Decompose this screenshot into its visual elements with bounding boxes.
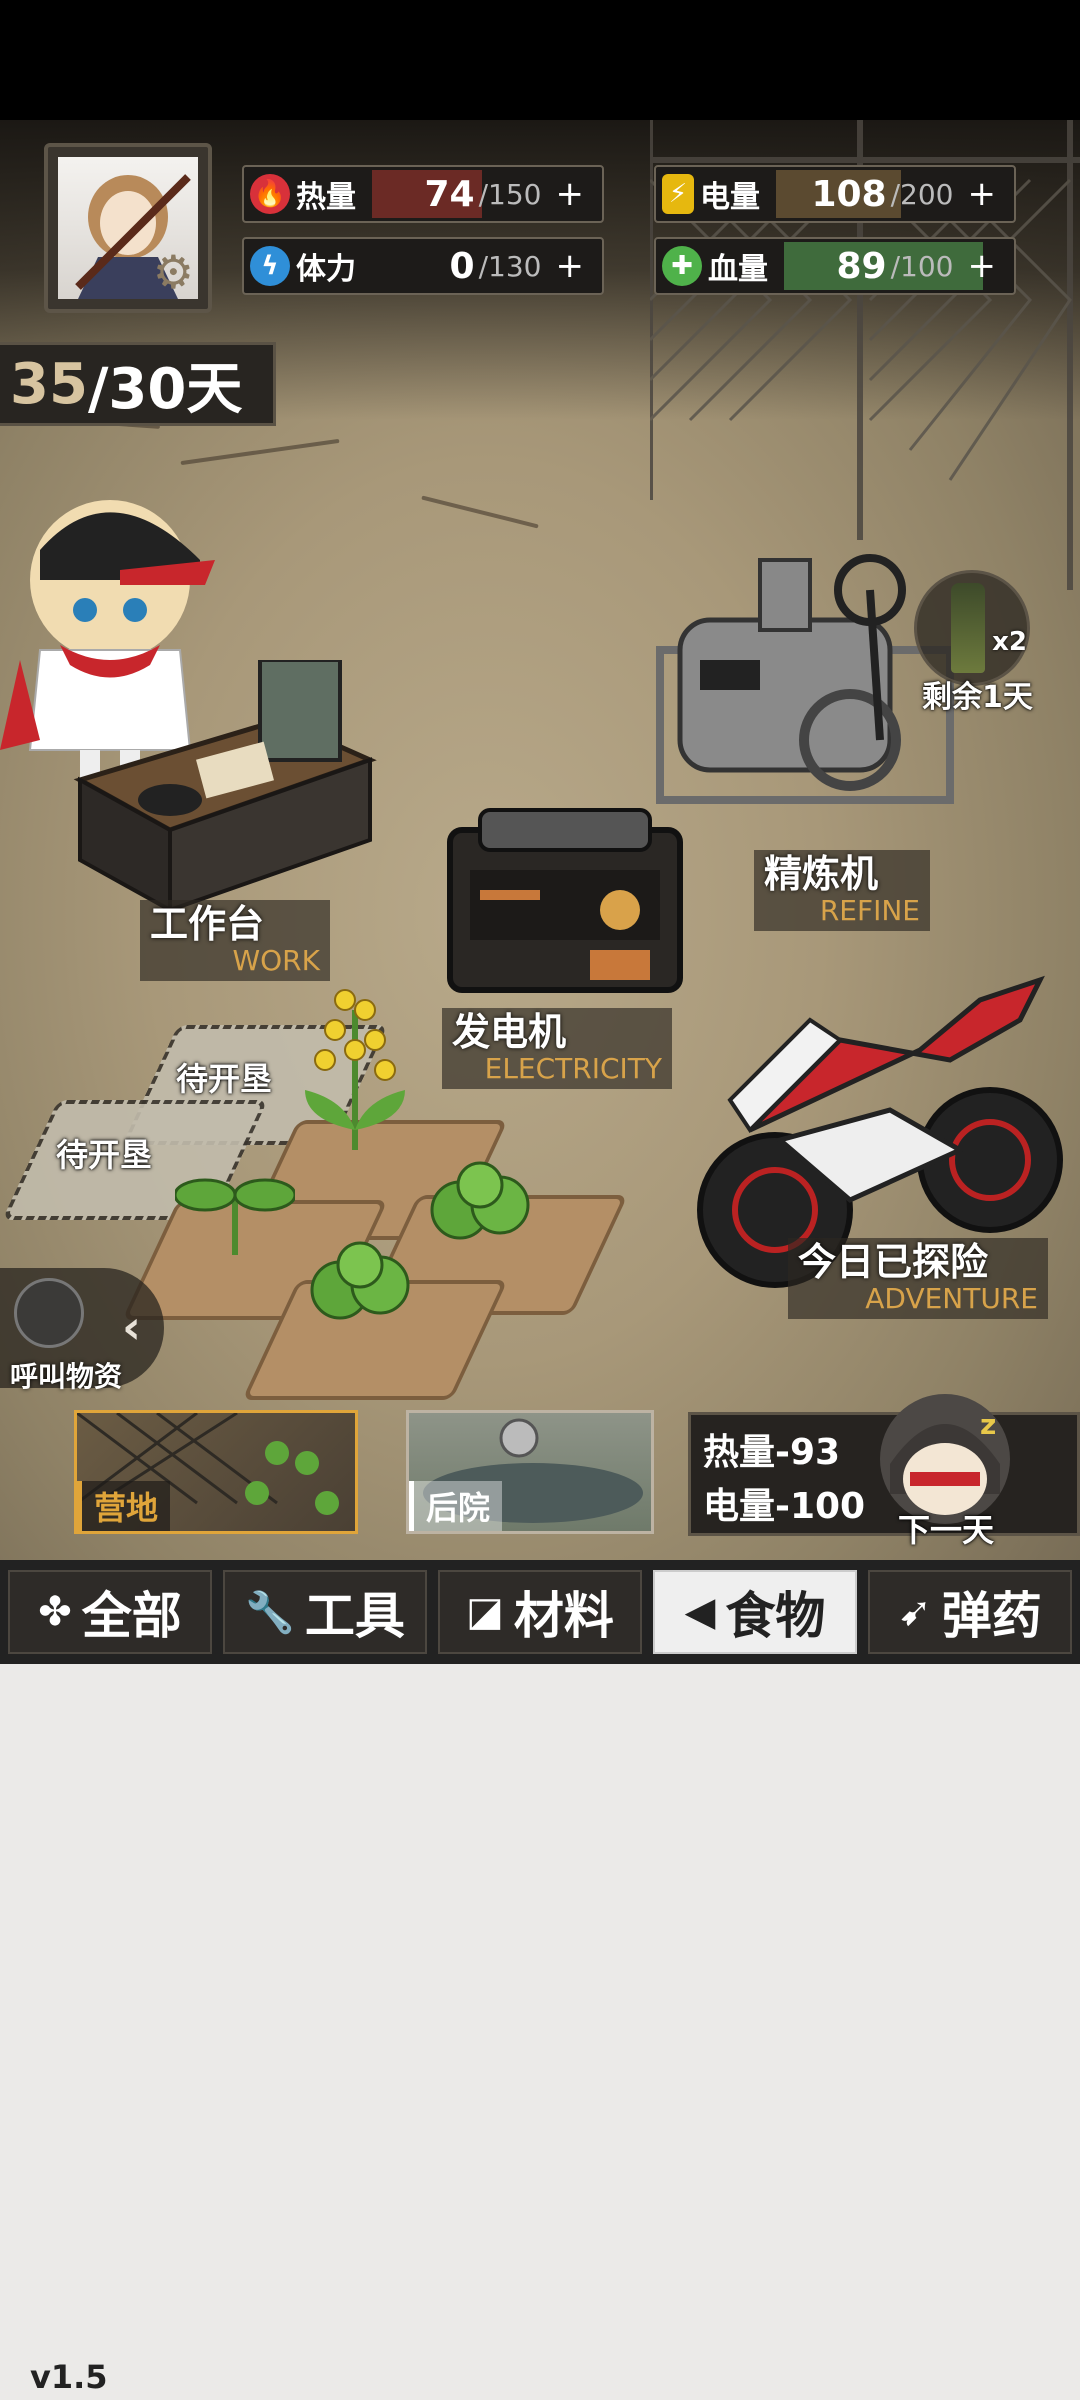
gear-icon[interactable]: ⚙ — [153, 249, 194, 295]
stamina-add-button[interactable]: + — [556, 246, 585, 286]
tab-backyard-label: 后院 — [409, 1481, 503, 1531]
ground-crack — [421, 495, 539, 529]
tab-backyard[interactable]: 后院 — [406, 1410, 654, 1534]
wrench-icon: 🔧 — [245, 1589, 295, 1636]
health-max: /100 — [890, 249, 954, 283]
heat-label: 热量 — [296, 180, 356, 215]
stamina-label: 体力 — [296, 252, 356, 287]
tab-camp-label: 营地 — [77, 1481, 171, 1531]
power-bar: 108 /200 + — [776, 170, 1008, 218]
radio-icon — [14, 1278, 84, 1348]
health-drop-icon: ✚ — [662, 246, 702, 286]
next-day-label[interactable]: 下一天 — [898, 1505, 994, 1551]
leafy-crop[interactable] — [420, 1155, 540, 1255]
ammo-icon: ➹ — [898, 1589, 932, 1635]
work-placard[interactable]: 工作台 WORK — [140, 900, 330, 981]
heat-max: /150 — [478, 177, 542, 211]
ration-count: x2 — [992, 627, 1027, 657]
health-bar: 89 /100 + — [784, 242, 1008, 290]
adventure-placard[interactable]: 今日已探险 ADVENTURE — [788, 1238, 1048, 1319]
electricity-label: 发电机 — [452, 1010, 567, 1054]
material-icon: ◪ — [466, 1589, 504, 1635]
unclaimed-plot-label: 待开垦 — [56, 1136, 153, 1174]
workbench[interactable] — [70, 660, 380, 920]
ration-bubble[interactable]: x2 — [914, 570, 1030, 686]
tab-ammo-label: 弹药 — [941, 1587, 1042, 1645]
unclaimed-plot-label: 待开垦 — [176, 1060, 273, 1098]
tab-food-label: 食物 — [725, 1587, 826, 1645]
tab-materials-label: 材料 — [513, 1587, 614, 1645]
adventure-label: 今日已探险 — [798, 1240, 989, 1284]
tab-camp[interactable]: 营地 — [74, 1410, 358, 1534]
refine-label: 精炼机 — [764, 852, 879, 896]
refiner-machine[interactable] — [640, 530, 970, 840]
power-stat[interactable]: ⚡ 电量 108 /200 + — [654, 165, 1016, 223]
tab-all-label: 全部 — [81, 1587, 182, 1645]
food-icon: ◀ — [684, 1589, 716, 1635]
heat-bar: 74 /150 + — [372, 170, 596, 218]
camp-scene: 工作台 WORK 发电机 ELECTRICITY 精炼机 REFINE 今日已探… — [0, 120, 1080, 1560]
avatar-portrait: ⚙ — [58, 157, 198, 299]
heat-stat[interactable]: 🔥 热量 74 /150 + — [242, 165, 604, 223]
health-value: 89 — [836, 245, 887, 287]
electricity-placard[interactable]: 发电机 ELECTRICITY — [442, 1008, 672, 1089]
stamina-stat[interactable]: ϟ 体力 0 /130 + — [242, 237, 604, 295]
ground-crack — [180, 438, 340, 466]
work-label-en: WORK — [232, 943, 320, 977]
health-add-button[interactable]: + — [968, 246, 997, 286]
chevron-left-icon: ‹ — [122, 1300, 141, 1354]
flame-icon: 🔥 — [250, 174, 290, 214]
heat-value: 74 — [424, 173, 475, 215]
refine-label-en: REFINE — [819, 893, 920, 927]
day-counter: 35 /30天 — [0, 342, 276, 426]
tab-tools-label: 工具 — [304, 1587, 405, 1645]
tab-tools[interactable]: 🔧 工具 — [223, 1570, 427, 1654]
category-bar: ✤ 全部 🔧 工具 ◪ 材料 ◀ 食物 ➹ 弹药 — [0, 1560, 1080, 1664]
adventure-label-en: ADVENTURE — [865, 1281, 1038, 1315]
leafy-crop[interactable] — [300, 1235, 420, 1335]
ration-remaining: 剩余1天 — [922, 680, 1033, 715]
tab-ammo[interactable]: ➹ 弹药 — [868, 1570, 1072, 1654]
power-label: 电量 — [700, 180, 760, 215]
heat-add-button[interactable]: + — [556, 174, 585, 214]
clover-icon: ✤ — [38, 1589, 72, 1635]
seedling-crop[interactable] — [175, 1160, 295, 1260]
bottle-icon — [951, 583, 985, 673]
svg-text:z: z — [980, 1408, 996, 1441]
power-cost: 电量-100 — [703, 1486, 866, 1527]
rapeseed-crop[interactable] — [285, 980, 425, 1160]
item-list-area — [0, 1664, 1080, 2400]
work-label: 工作台 — [150, 902, 265, 946]
tab-all[interactable]: ✤ 全部 — [8, 1570, 212, 1654]
tab-materials[interactable]: ◪ 材料 — [438, 1570, 642, 1654]
stamina-bar: 0 /130 + — [372, 242, 596, 290]
power-value: 108 — [811, 173, 887, 215]
health-stat[interactable]: ✚ 血量 89 /100 + — [654, 237, 1016, 295]
lightning-icon: ϟ — [250, 246, 290, 286]
day-total: /30天 — [87, 356, 243, 422]
tab-food[interactable]: ◀ 食物 — [653, 1570, 857, 1654]
status-bar — [0, 0, 1080, 120]
day-current: 35 — [10, 351, 88, 417]
heat-cost: 热量-93 — [703, 1432, 841, 1473]
refine-placard[interactable]: 精炼机 REFINE — [754, 850, 930, 931]
power-add-button[interactable]: + — [968, 174, 997, 214]
power-max: /200 — [890, 177, 954, 211]
stamina-value: 0 — [449, 245, 475, 287]
version-label: v1.5 — [30, 2358, 108, 2396]
battery-icon: ⚡ — [662, 174, 694, 214]
electricity-label-en: ELECTRICITY — [484, 1051, 662, 1085]
health-label: 血量 — [708, 252, 768, 287]
player-avatar[interactable]: ⚙ — [44, 143, 212, 313]
stamina-max: /130 — [478, 249, 542, 283]
call-supplies-label: 呼叫物资 — [10, 1360, 123, 1393]
